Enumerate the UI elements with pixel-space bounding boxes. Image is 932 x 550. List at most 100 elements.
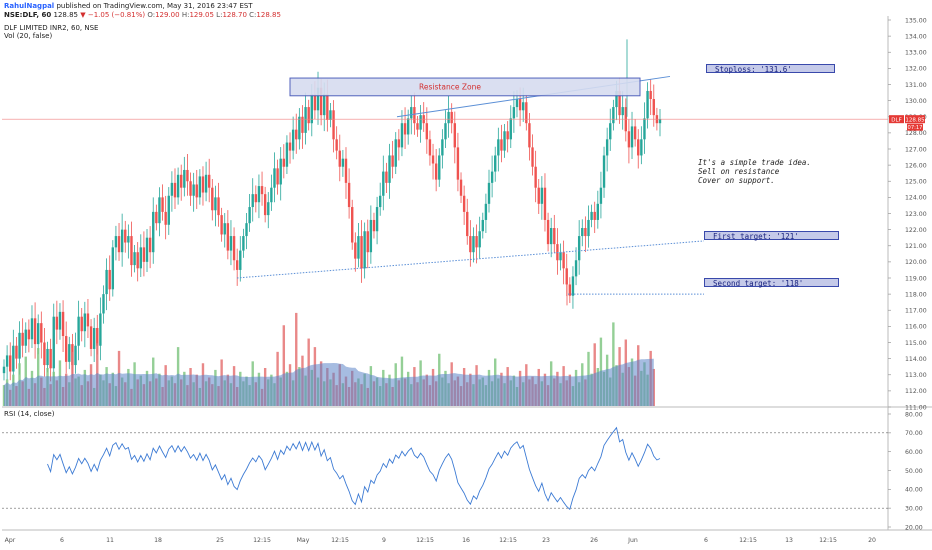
candle-body bbox=[285, 142, 289, 167]
candle-body bbox=[92, 327, 96, 349]
rsi-tick-label: 30.00 bbox=[905, 505, 923, 512]
candle-body bbox=[83, 313, 87, 332]
candle-body bbox=[577, 236, 581, 261]
candle-body bbox=[192, 184, 195, 196]
candle-body bbox=[571, 276, 575, 296]
symbol-label: NSE:DLF, 60 bbox=[4, 11, 52, 19]
trading-chart: 111.00 112.00 113.00 114.00 115.00 116.00 117.… bbox=[0, 0, 932, 550]
time-tick-label: 12:15 bbox=[253, 537, 271, 544]
candle-body bbox=[450, 111, 453, 124]
trade-note-line-2: Sell on resistance bbox=[698, 167, 780, 176]
rsi-legend[interactable]: RSI (14, close) bbox=[4, 410, 54, 418]
candle-body bbox=[335, 139, 338, 151]
candle-body bbox=[500, 139, 503, 151]
candle-body bbox=[599, 187, 603, 204]
candle-body bbox=[515, 99, 519, 108]
candle-body bbox=[21, 332, 24, 346]
candle-body bbox=[263, 194, 267, 216]
price-tick-label: 124.00 bbox=[905, 195, 927, 202]
candle-body bbox=[251, 194, 254, 208]
candle-body bbox=[58, 311, 62, 330]
candle-body bbox=[481, 219, 484, 232]
candle-body bbox=[9, 355, 12, 372]
time-tick-label: 12:15 bbox=[819, 537, 837, 544]
candle-body bbox=[391, 155, 394, 167]
candle-body bbox=[186, 169, 189, 182]
candle-body bbox=[52, 316, 55, 369]
candle-body bbox=[441, 139, 444, 156]
trade-note-line-3: Cover on support. bbox=[698, 176, 775, 185]
candle-body bbox=[602, 155, 606, 188]
candle-body bbox=[525, 102, 528, 124]
candle-body bbox=[133, 252, 136, 266]
candle-body bbox=[223, 223, 226, 235]
candle-body bbox=[68, 344, 71, 362]
candle-body bbox=[522, 102, 525, 111]
candle-body bbox=[152, 211, 155, 253]
candle-body bbox=[512, 107, 516, 119]
candle-body bbox=[248, 207, 251, 224]
time-tick-label: 12:15 bbox=[416, 537, 434, 544]
candle-body bbox=[478, 231, 481, 248]
candle-body bbox=[30, 318, 34, 340]
time-tick-label: 26 bbox=[590, 537, 598, 544]
candle-body bbox=[658, 119, 662, 124]
price-tick-label: 135.00 bbox=[905, 17, 927, 24]
candle-body bbox=[329, 110, 332, 120]
candle-body bbox=[593, 211, 596, 220]
price-tick-label: 112.00 bbox=[905, 388, 927, 395]
author-link[interactable]: RahulNagpal bbox=[4, 2, 54, 10]
candle-body bbox=[239, 250, 242, 270]
candle-body bbox=[313, 94, 317, 111]
candle-body bbox=[24, 329, 27, 346]
candle-body bbox=[120, 229, 124, 253]
stoploss-label[interactable]: Stoploss: '131.6' bbox=[706, 64, 835, 74]
price-change: −1.05 (−0.81%) bbox=[87, 11, 146, 19]
price-tick-label: 113.00 bbox=[905, 372, 927, 379]
volume-ma-area bbox=[4, 358, 654, 406]
candle-body bbox=[640, 139, 643, 156]
rsi-tick-label: 60.00 bbox=[905, 449, 923, 456]
candle-body bbox=[279, 158, 282, 185]
second-target-label[interactable]: Second target: '118' bbox=[704, 278, 839, 288]
candle-body bbox=[410, 107, 413, 119]
volume-legend[interactable]: Vol (20, false) bbox=[4, 32, 52, 40]
time-tick-label: 12:15 bbox=[331, 537, 349, 544]
candle-body bbox=[111, 247, 115, 290]
candle-body bbox=[428, 139, 432, 156]
trade-note-line-1: It's a simple trade idea. bbox=[698, 158, 811, 167]
candle-body bbox=[605, 139, 609, 156]
countdown-tag: 07:17 bbox=[908, 125, 923, 131]
candle-body bbox=[646, 90, 649, 119]
rsi-tick-label: 70.00 bbox=[905, 430, 923, 437]
rsi-line bbox=[47, 426, 661, 511]
candle-body bbox=[630, 126, 634, 148]
trade-note[interactable]: It's a simple trade idea. Sell on resist… bbox=[698, 158, 811, 185]
rsi-tick-label: 40.00 bbox=[905, 487, 923, 494]
candle-body bbox=[344, 158, 348, 183]
candle-body bbox=[89, 326, 93, 349]
candle-body bbox=[229, 236, 233, 251]
price-tick-label: 115.00 bbox=[905, 340, 927, 347]
instrument-legend[interactable]: DLF LIMITED INR2, 60, NSE bbox=[4, 24, 98, 32]
candle-body bbox=[431, 155, 435, 164]
candle-body bbox=[438, 155, 441, 180]
candle-body bbox=[540, 187, 544, 204]
candle-body bbox=[385, 171, 388, 183]
candle-body bbox=[553, 228, 556, 245]
chart-canvas: 111.00 112.00 113.00 114.00 115.00 116.00 117.… bbox=[2, 16, 932, 544]
candle-body bbox=[46, 348, 49, 366]
candle-body bbox=[627, 131, 631, 148]
candle-body bbox=[158, 197, 161, 224]
price-tick-label: 126.00 bbox=[905, 162, 927, 169]
candle-body bbox=[254, 194, 258, 203]
down-arrow-icon: ▼ bbox=[80, 11, 86, 19]
candle-body bbox=[161, 197, 164, 212]
candle-body bbox=[204, 174, 208, 193]
candle-body bbox=[549, 228, 553, 245]
first-target-label[interactable]: First target: '121' bbox=[704, 231, 839, 241]
candle-body bbox=[211, 187, 214, 211]
candle-body bbox=[80, 316, 83, 332]
candle-body bbox=[155, 211, 158, 224]
time-tick-label: 13 bbox=[785, 537, 793, 544]
